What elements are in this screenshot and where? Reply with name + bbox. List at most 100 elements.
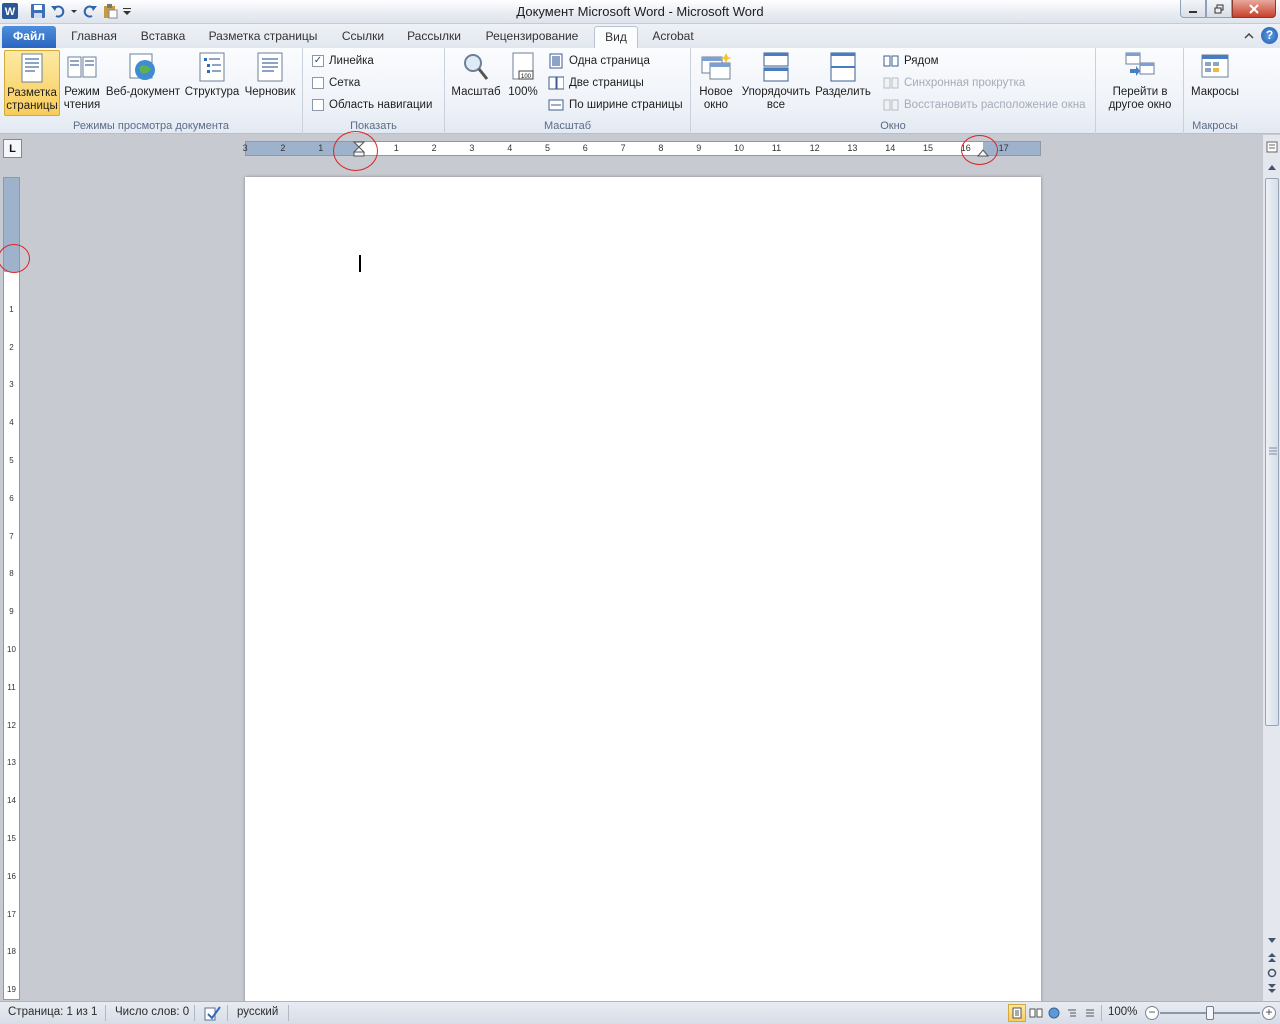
vertical-scrollbar[interactable]: [1262, 135, 1280, 1001]
reading-mode-button[interactable]: Режим чтения: [62, 50, 102, 116]
ribbon-tabs: Файл Главная Вставка Разметка страницы С…: [0, 24, 1280, 48]
ruler-tick-label: 5: [9, 456, 14, 465]
word-count-status[interactable]: Число слов: 0: [115, 1006, 189, 1018]
reading-view-button[interactable]: [1027, 1004, 1045, 1022]
scrollbar-thumb[interactable]: [1265, 178, 1279, 726]
print-layout-icon: [21, 53, 43, 83]
gridlines-checkbox[interactable]: [312, 77, 324, 89]
ruler-checkbox[interactable]: ✓: [312, 55, 324, 67]
show-group-label: Показать: [350, 120, 397, 132]
tab-right-controls: ?: [1243, 27, 1278, 44]
proofing-icon[interactable]: [203, 1005, 221, 1021]
ruler-tick-label: 18: [7, 947, 16, 957]
vertical-ruler[interactable]: 1 2 3 4 5 6 7 8 9 10 11 12 13 14 15 16 17 18 19: [3, 177, 20, 1000]
previous-page-button[interactable]: [1264, 949, 1280, 965]
nav-pane-checkbox[interactable]: [312, 99, 324, 111]
tab-mailings[interactable]: Рассылки: [400, 26, 468, 48]
two-pages-button[interactable]: Две страницы: [548, 73, 644, 93]
ruler-tick-label: 13: [7, 758, 16, 768]
switch-windows-button[interactable]: Перейти в другое окно: [1102, 50, 1178, 116]
draft-view-button[interactable]: [1081, 1004, 1099, 1022]
minimize-ribbon-icon[interactable]: [1243, 30, 1255, 42]
ruler-tick-label: 2: [280, 143, 286, 153]
ruler-tick-label: 6: [9, 493, 14, 503]
scroll-down-button[interactable]: [1264, 933, 1280, 949]
scroll-up-icon: [1268, 165, 1276, 170]
print-layout-button[interactable]: Разметка страницы: [4, 50, 60, 116]
ruler-tick-label: 11: [7, 682, 16, 692]
tab-view[interactable]: Вид: [594, 26, 638, 48]
ruler-tick-label: 19: [7, 985, 16, 995]
zoom-100-button[interactable]: 100 100%: [505, 50, 541, 116]
ruler-tick-label: 9: [9, 607, 14, 617]
tab-insert[interactable]: Вставка: [132, 26, 194, 48]
tab-home[interactable]: Главная: [62, 26, 126, 48]
web-layout-button[interactable]: Веб-документ: [104, 50, 182, 116]
tab-review[interactable]: Рецензирование: [476, 26, 588, 48]
page-count-status[interactable]: Страница: 1 из 1: [8, 1006, 97, 1018]
ruler-tick-label: 1: [393, 143, 399, 153]
split-icon: [830, 52, 856, 82]
ruler-tick-label: 1: [318, 143, 324, 153]
one-page-button[interactable]: Одна страница: [548, 51, 650, 71]
outline-button[interactable]: Структура: [184, 50, 240, 116]
print-layout-view-button[interactable]: [1008, 1004, 1026, 1022]
zoom-button[interactable]: Масштаб: [450, 50, 502, 116]
tab-selector-button[interactable]: L: [3, 139, 22, 158]
ruler-tick-label: 11: [771, 143, 782, 153]
zoom-group: Масштаб 100 100% Одна страница Две стран…: [445, 48, 691, 134]
arrange-all-button[interactable]: Упорядочить все: [739, 50, 813, 116]
ruler-tick-label: 8: [9, 569, 14, 579]
double-down-arrow-icon: [1268, 984, 1276, 993]
zoom-slider-thumb[interactable]: [1206, 1006, 1214, 1020]
tab-page-layout[interactable]: Разметка страницы: [202, 26, 324, 48]
annotation-circle-right-indent: [961, 135, 998, 165]
zoom-level[interactable]: 100%: [1108, 1006, 1137, 1018]
arrange-all-icon: [763, 52, 789, 82]
page-width-button[interactable]: По ширине страницы: [548, 95, 683, 115]
minimize-button[interactable]: [1180, 0, 1206, 18]
tab-references[interactable]: Ссылки: [332, 26, 394, 48]
outline-view-button[interactable]: [1063, 1004, 1081, 1022]
document-page[interactable]: [245, 177, 1041, 1007]
minimize-icon: [1189, 10, 1197, 13]
ruler-tick-label: 2: [431, 143, 437, 153]
split-button[interactable]: Разделить: [815, 50, 871, 116]
maximize-button[interactable]: [1206, 0, 1232, 18]
language-status[interactable]: русский: [237, 1006, 278, 1018]
close-button[interactable]: [1232, 0, 1276, 18]
scroll-grip-icon: [1269, 447, 1277, 455]
browse-object-icon: [1267, 968, 1277, 978]
ruler-tick-label: 9: [696, 143, 702, 153]
draft-button[interactable]: Черновик: [242, 50, 298, 116]
tab-acrobat[interactable]: Acrobat: [644, 26, 702, 48]
ruler-checkbox-row[interactable]: ✓ Линейка: [312, 51, 374, 71]
macros-icon: [1201, 54, 1229, 78]
ruler-tick-label: 3: [242, 143, 248, 153]
gridlines-checkbox-row[interactable]: Сетка: [312, 73, 360, 93]
close-icon: [1249, 3, 1259, 14]
ruler-tick-label: 1: [9, 304, 14, 314]
help-icon[interactable]: ?: [1261, 27, 1278, 44]
ruler-tick-label: 14: [7, 796, 16, 806]
ruler-tick-label: 14: [885, 143, 896, 153]
next-page-button[interactable]: [1264, 981, 1280, 997]
new-window-button[interactable]: Новое окно: [696, 50, 736, 116]
status-bar: Страница: 1 из 1 Число слов: 0 русский 1…: [0, 1001, 1280, 1024]
nav-pane-checkbox-row[interactable]: Область навигации: [312, 95, 432, 115]
ruler-toggle-button[interactable]: [1264, 139, 1280, 155]
browse-object-button[interactable]: [1264, 965, 1280, 981]
new-window-icon: [701, 53, 732, 80]
tab-file[interactable]: Файл: [2, 26, 56, 48]
ruler-tick-label: 15: [923, 143, 934, 153]
side-by-side-button[interactable]: Рядом: [883, 51, 939, 71]
macros-button[interactable]: Макросы: [1188, 50, 1242, 116]
scroll-up-button[interactable]: [1264, 159, 1280, 175]
ruler-tick-label: 12: [7, 720, 16, 730]
status-separator: [288, 1005, 289, 1021]
zoom-in-button[interactable]: +: [1262, 1006, 1276, 1020]
web-view-button[interactable]: [1045, 1004, 1063, 1022]
status-separator: [1101, 1005, 1102, 1021]
status-separator: [194, 1005, 195, 1021]
zoom-out-button[interactable]: −: [1145, 1006, 1159, 1020]
